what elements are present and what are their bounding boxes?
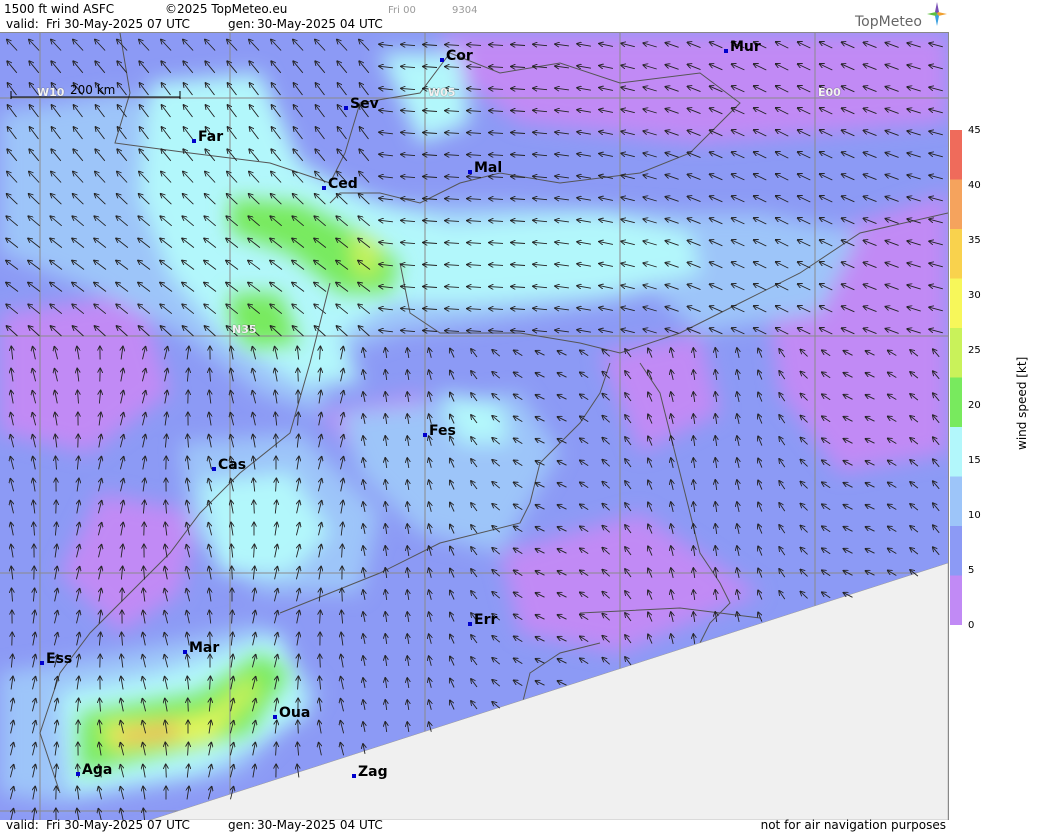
gen-label: gen:	[228, 17, 255, 31]
legend-swatch	[950, 229, 962, 279]
product-code: 9304	[452, 5, 478, 16]
legend-tick: 10	[968, 510, 981, 521]
city-sev[interactable]: Sev	[344, 96, 379, 112]
legend-tick: 45	[968, 125, 981, 136]
wind-arrow	[188, 699, 189, 712]
city-label: Cor	[446, 48, 473, 64]
day-code: Fri 00	[388, 5, 416, 16]
scale-label: 200 km	[70, 83, 116, 97]
legend-title: wind speed [kt]	[1015, 356, 1029, 450]
scale-bar: 200 km	[10, 83, 181, 101]
wind-arrow	[254, 501, 255, 514]
city-label: Zag	[358, 764, 388, 780]
city-label: Err	[474, 612, 498, 628]
legend-swatch	[950, 526, 962, 576]
legend-tick: 5	[968, 565, 975, 576]
city-ced[interactable]: Ced	[322, 176, 358, 192]
footer-gen-label: gen:	[228, 818, 255, 832]
footer-valid-time: Fri 30-May-2025 07 UTC	[46, 818, 190, 832]
grid-label-w05: W05	[428, 86, 456, 99]
footer-gen-time: 30-May-2025 04 UTC	[257, 818, 383, 832]
city-label: Mal	[474, 160, 503, 176]
city-label: Far	[198, 129, 224, 145]
city-label: Oua	[279, 705, 311, 721]
footer-valid-label: valid:	[6, 818, 39, 832]
wind-map[interactable]: 200 km W10 W05 E00 N35 Cor Mur Sev Far M…	[0, 32, 949, 820]
city-err[interactable]: Err	[468, 612, 498, 628]
city-label: Cas	[218, 457, 247, 473]
city-cor[interactable]: Cor	[440, 48, 473, 64]
city-zag[interactable]: Zag	[352, 764, 388, 780]
city-label: Sev	[350, 96, 379, 112]
legend-swatch	[950, 179, 962, 230]
legend-tick: 0	[968, 620, 975, 631]
city-mar[interactable]: Mar	[183, 640, 220, 656]
legend-swatch	[950, 575, 962, 625]
wind-speed-legend	[950, 130, 962, 625]
wind-arrow	[298, 721, 299, 734]
city-label: Mur	[730, 39, 761, 55]
grid-label-w10: W10	[37, 86, 65, 99]
city-far[interactable]: Far	[192, 129, 224, 145]
wind-arrow	[320, 655, 321, 668]
legend-tick: 40	[968, 180, 981, 191]
grid-label-e00: E00	[818, 86, 841, 99]
disclaimer: not for air navigation purposes	[760, 818, 946, 832]
legend-swatch	[950, 328, 962, 378]
city-ess[interactable]: Ess	[40, 651, 73, 667]
city-oua[interactable]: Oua	[273, 705, 311, 721]
copyright: ©2025 TopMeteo.eu	[165, 2, 288, 16]
legend-tick: 15	[968, 455, 981, 466]
valid-label: valid:	[6, 17, 39, 31]
grid-label-n35: N35	[232, 323, 257, 336]
city-label: Ced	[328, 176, 358, 192]
legend-swatch	[950, 377, 962, 428]
city-label: Fes	[429, 423, 456, 439]
gen-time: 30-May-2025 04 UTC	[257, 17, 383, 31]
valid-time: Fri 30-May-2025 07 UTC	[46, 17, 190, 31]
topmeteo-logo: TopMeteo	[855, 2, 947, 30]
legend-swatch	[950, 427, 962, 477]
city-mal[interactable]: Mal	[468, 160, 503, 176]
legend-swatch	[950, 130, 962, 180]
city-label: Aga	[82, 762, 113, 778]
compass-icon	[927, 2, 947, 26]
legend-swatch	[950, 476, 962, 527]
wind-arrow	[298, 369, 299, 382]
legend-swatch	[950, 278, 962, 329]
map-title: 1500 ft wind ASFC	[4, 2, 115, 16]
city-cas[interactable]: Cas	[212, 457, 247, 473]
legend-tick: 25	[968, 345, 981, 356]
legend-tick: 30	[968, 290, 981, 301]
logo-text: TopMeteo	[855, 14, 922, 30]
footer: valid: Fri 30-May-2025 07 UTC gen: 30-Ma…	[0, 818, 948, 832]
legend-tick: 35	[968, 235, 981, 246]
wind-arrow	[166, 765, 167, 778]
wind-arrow	[342, 589, 343, 602]
wind-arrow	[232, 567, 233, 580]
legend-tick: 20	[968, 400, 981, 411]
city-label: Ess	[46, 651, 73, 667]
wind-field	[0, 33, 948, 820]
city-label: Mar	[189, 640, 220, 656]
city-aga[interactable]: Aga	[76, 762, 113, 778]
city-mur[interactable]: Mur	[724, 39, 761, 55]
wind-arrow	[276, 435, 277, 448]
city-fes[interactable]: Fes	[423, 423, 456, 439]
